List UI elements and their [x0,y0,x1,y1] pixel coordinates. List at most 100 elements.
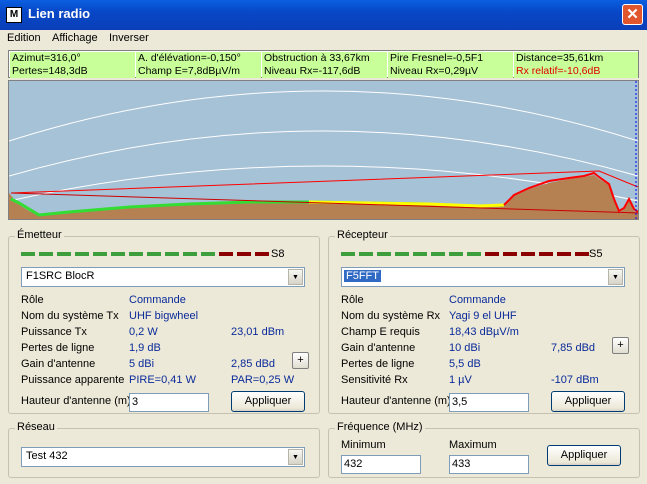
info-rx-relatif: Rx relatif=-10,6dB [514,65,638,78]
info-fresnel: Pire Fresnel=-0,5F1 [388,52,513,65]
level-segment [467,252,481,256]
frequence-min-input[interactable]: 432 [341,455,421,474]
emetteur-row-label: Puissance Tx [21,326,87,338]
chevron-down-icon[interactable]: ▼ [608,269,623,285]
level-segment [521,252,535,256]
level-segment [539,252,553,256]
emetteur-plus-button[interactable]: + [292,352,309,369]
level-segment [557,252,571,256]
earth-curve-upper [9,90,638,142]
recepteur-title: Récepteur [335,229,390,241]
recepteur-station-select[interactable]: F5FFT ▼ [341,267,625,287]
recepteur-group: Récepteur S5 F5FFT ▼ Rôle Commande Nom du … [328,229,640,414]
recepteur-row-value: 5,5 dB [449,358,481,370]
emetteur-row-value: 5 dBi [129,358,155,370]
recepteur-plus-button[interactable]: + [612,337,629,354]
level-segment [57,252,71,256]
recepteur-row-value: Yagi 9 el UHF [449,310,517,322]
recepteur-row-label: Rôle [341,294,364,306]
level-segment [395,252,409,256]
info-elevation: A. d'élévation=-0,150° [136,52,261,65]
recepteur-apply-button[interactable]: Appliquer [551,391,625,412]
menu-bar: Edition Affichage Inverser [0,30,647,48]
recepteur-row-label: Sensitivité Rx [341,374,408,386]
frequence-max-input[interactable]: 433 [449,455,529,474]
emetteur-row-label: Rôle [21,294,44,306]
frequence-group: Fréquence (MHz) Minimum 432 Maximum 433 … [328,421,640,478]
terrain-profile [8,80,639,220]
emetteur-level-meter [21,252,269,257]
close-button[interactable]: ✕ [622,4,643,25]
emetteur-row-value2: 23,01 dBm [231,326,285,338]
level-segment [341,252,355,256]
info-grid: Azimut=316,0° A. d'élévation=-0,150° Obs… [8,50,639,78]
emetteur-row-label: Pertes de ligne [21,342,95,354]
reseau-title: Réseau [15,421,57,433]
recepteur-row-label: Gain d'antenne [341,342,416,354]
info-distance: Distance=35,61km [514,52,638,65]
emetteur-group: Émetteur S8 F1SRC BlocR ▼ Rôle Commande No… [8,229,320,414]
recepteur-row-label: Pertes de ligne [341,358,415,370]
chevron-down-icon[interactable]: ▼ [288,269,303,285]
app-icon: M [6,7,22,23]
window-title: Lien radio [28,6,91,21]
level-segment [575,252,589,256]
frequence-title: Fréquence (MHz) [335,421,425,433]
emetteur-height-input[interactable]: 3 [129,393,209,412]
level-segment [21,252,35,256]
level-segment [111,252,125,256]
info-champ-e: Champ E=7,8dBµV/m [136,65,261,78]
level-segment [503,252,517,256]
menu-edition[interactable]: Edition [7,32,41,44]
frequence-max-label: Maximum [449,439,497,451]
level-segment [431,252,445,256]
level-segment [93,252,107,256]
frequence-min-label: Minimum [341,439,386,451]
reseau-group: Réseau Test 432 ▼ [8,421,320,478]
recepteur-row-value2: 7,85 dBd [551,342,596,354]
level-segment [39,252,53,256]
chevron-down-icon[interactable]: ▼ [288,449,303,465]
profile-canvas [9,81,638,219]
level-segment [219,252,233,256]
emetteur-apply-button[interactable]: Appliquer [231,391,305,412]
recepteur-height-input[interactable]: 3,5 [449,393,529,412]
level-segment [201,252,215,256]
level-segment [183,252,197,256]
info-pertes: Pertes=148,3dB [10,65,135,78]
menu-affichage[interactable]: Affichage [52,32,98,44]
recepteur-row-value2: -107 dBm [551,374,599,386]
info-niveau-rx-uv: Niveau Rx=0,29µV [388,65,513,78]
level-segment [449,252,463,256]
recepteur-row-label: Champ E requis [341,326,420,338]
emetteur-row-value2: 2,85 dBd [231,358,276,370]
info-azimut: Azimut=316,0° [10,52,135,65]
level-segment [413,252,427,256]
emetteur-row-label: Nom du système Tx [21,310,119,322]
level-segment [147,252,161,256]
emetteur-station-select[interactable]: F1SRC BlocR ▼ [21,267,305,287]
frequence-apply-button[interactable]: Appliquer [547,445,621,466]
recepteur-height-label: Hauteur d'antenne (m) [341,395,451,407]
recepteur-row-value: 1 µV [449,374,472,386]
recepteur-station-value: F5FFT [344,270,381,282]
emetteur-row-value: UHF bigwheel [129,310,199,322]
level-segment [485,252,499,256]
info-obstruction: Obstruction à 33,67km [262,52,387,65]
emetteur-height-label: Hauteur d'antenne (m) [21,395,131,407]
emetteur-row-value: 0,2 W [129,326,158,338]
emetteur-row-value: PIRE=0,41 W [129,374,196,386]
level-segment [359,252,373,256]
recepteur-level-meter [341,252,589,257]
recepteur-row-value: 18,43 dBµV/m [449,326,519,338]
title-bar: M Lien radio ✕ [0,0,647,30]
level-segment [129,252,143,256]
level-segment [165,252,179,256]
emetteur-level-label: S8 [271,248,285,260]
level-segment [75,252,89,256]
emetteur-row-value2: PAR=0,25 W [231,374,295,386]
emetteur-row-value: Commande [129,294,186,306]
reseau-select[interactable]: Test 432 ▼ [21,447,305,467]
recepteur-level-label: S5 [589,248,603,260]
menu-inverser[interactable]: Inverser [109,32,149,44]
